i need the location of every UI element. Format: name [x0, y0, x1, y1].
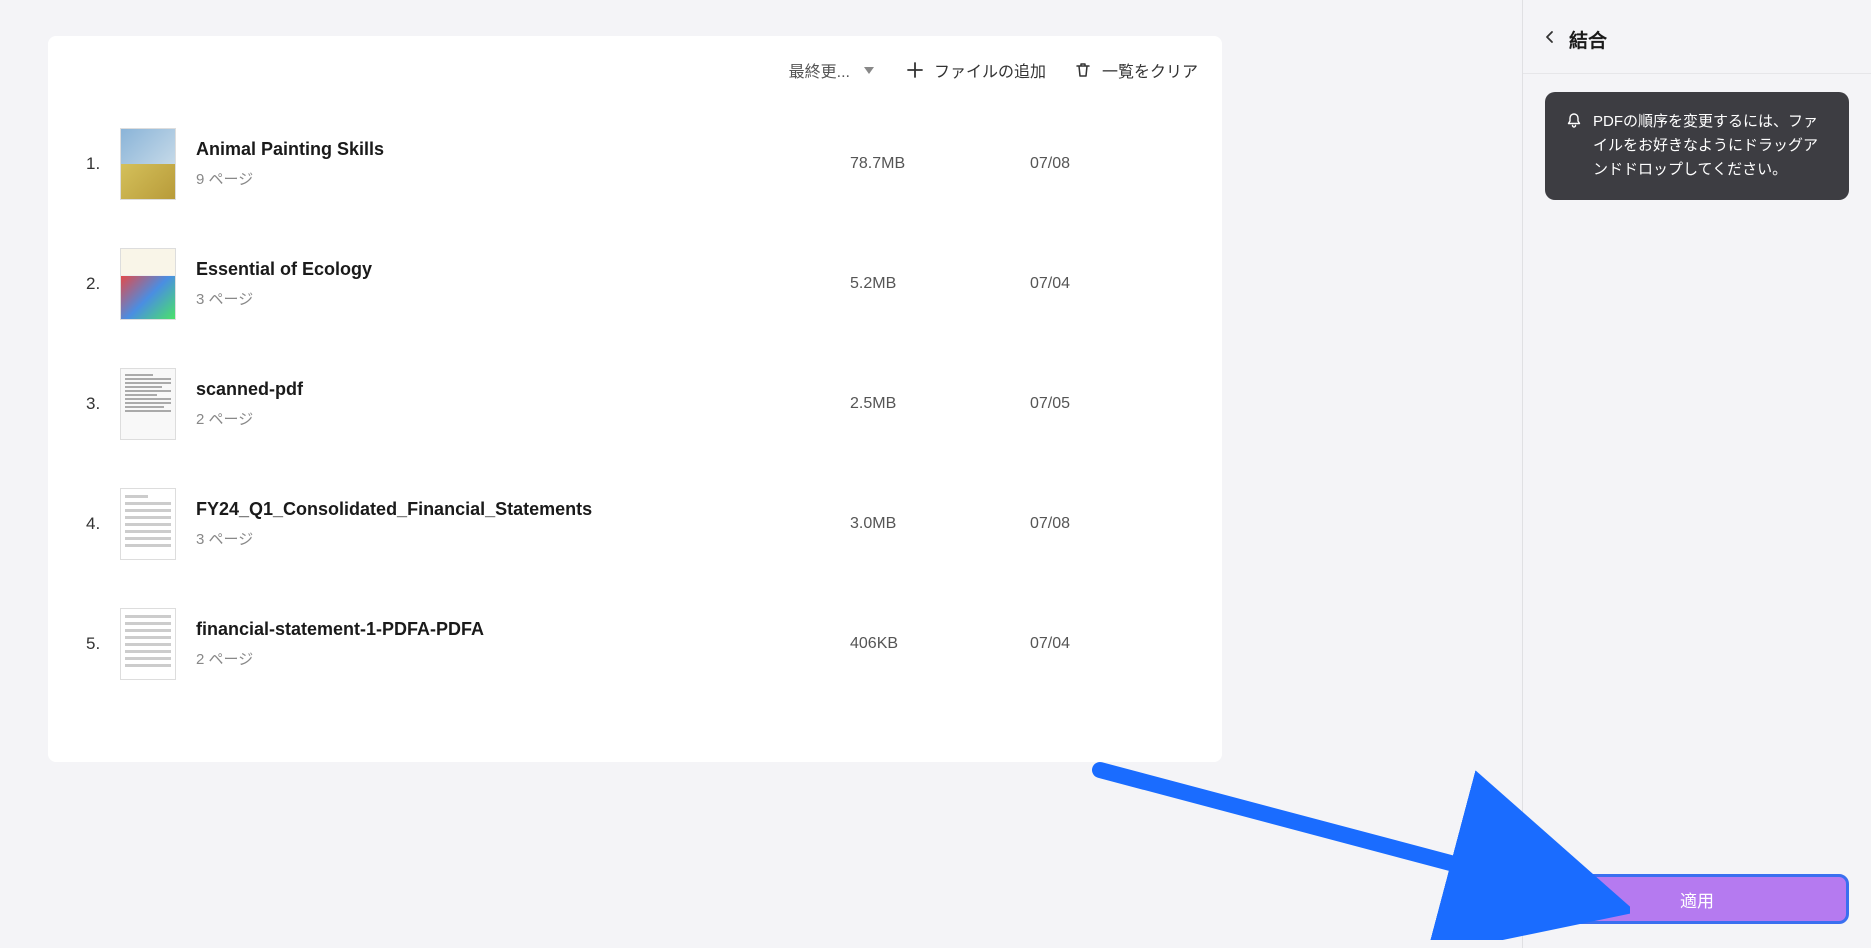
file-list: 1. Animal Painting Skills 9 ページ 78.7MB 0…: [48, 104, 1222, 704]
file-size: 406KB: [850, 635, 1030, 653]
main-file-panel: 最終更... ファイルの追加 一覧をクリア 1. Ani: [48, 36, 1222, 762]
file-index: 5.: [80, 634, 120, 654]
sort-dropdown[interactable]: 最終更...: [789, 58, 878, 82]
file-pages: 9 ページ: [196, 168, 850, 189]
trash-icon: [1074, 61, 1092, 79]
file-row[interactable]: 4. FY24_Q1_Consolidated_Financial_Statem…: [72, 464, 1198, 584]
file-info: FY24_Q1_Consolidated_Financial_Statement…: [176, 499, 850, 549]
file-size: 3.0MB: [850, 515, 1030, 533]
file-info: Essential of Ecology 3 ページ: [176, 259, 850, 309]
file-row[interactable]: 1. Animal Painting Skills 9 ページ 78.7MB 0…: [72, 104, 1198, 224]
file-thumbnail: [120, 128, 176, 200]
clear-list-label: 一覧をクリア: [1102, 58, 1198, 82]
file-info: financial-statement-1-PDFA-PDFA 2 ページ: [176, 619, 850, 669]
file-info: Animal Painting Skills 9 ページ: [176, 139, 850, 189]
file-index: 2.: [80, 274, 120, 294]
sort-label: 最終更...: [789, 58, 850, 82]
chevron-down-icon: [860, 61, 878, 79]
toolbar: 最終更... ファイルの追加 一覧をクリア: [48, 36, 1222, 104]
file-name: financial-statement-1-PDFA-PDFA: [196, 619, 850, 640]
add-file-button[interactable]: ファイルの追加: [906, 58, 1046, 82]
file-size: 5.2MB: [850, 275, 1030, 293]
file-thumbnail: [120, 368, 176, 440]
file-thumbnail: [120, 248, 176, 320]
apply-button[interactable]: 適用: [1545, 874, 1849, 924]
file-row[interactable]: 3. scanned-pdf 2 ページ 2.5MB 07/05: [72, 344, 1198, 464]
plus-icon: [906, 61, 924, 79]
file-size: 78.7MB: [850, 155, 1030, 173]
file-pages: 3 ページ: [196, 528, 850, 549]
file-index: 4.: [80, 514, 120, 534]
file-info: scanned-pdf 2 ページ: [176, 379, 850, 429]
side-panel: 結合 PDFの順序を変更するには、ファイルをお好きなようにドラッグアンドドロップ…: [1522, 0, 1871, 948]
file-row[interactable]: 2. Essential of Ecology 3 ページ 5.2MB 07/0…: [72, 224, 1198, 344]
tooltip-text: PDFの順序を変更するには、ファイルをお好きなようにドラッグアンドドロップしてく…: [1593, 110, 1829, 182]
file-row[interactable]: 5. financial-statement-1-PDFA-PDFA 2 ページ…: [72, 584, 1198, 704]
side-panel-title: 結合: [1569, 26, 1607, 53]
apply-button-label: 適用: [1680, 887, 1714, 912]
file-index: 1.: [80, 154, 120, 174]
file-pages: 3 ページ: [196, 288, 850, 309]
bell-icon: [1565, 112, 1583, 182]
file-date: 07/08: [1030, 155, 1190, 173]
file-date: 07/04: [1030, 635, 1190, 653]
file-index: 3.: [80, 394, 120, 414]
file-name: Animal Painting Skills: [196, 139, 850, 160]
back-chevron-icon[interactable]: [1543, 30, 1557, 49]
file-date: 07/05: [1030, 395, 1190, 413]
file-thumbnail: [120, 608, 176, 680]
add-file-label: ファイルの追加: [934, 58, 1046, 82]
file-thumbnail: [120, 488, 176, 560]
file-pages: 2 ページ: [196, 648, 850, 669]
file-name: Essential of Ecology: [196, 259, 850, 280]
file-date: 07/04: [1030, 275, 1190, 293]
side-panel-header: 結合: [1523, 0, 1871, 74]
file-pages: 2 ページ: [196, 408, 850, 429]
reorder-tooltip: PDFの順序を変更するには、ファイルをお好きなようにドラッグアンドドロップしてく…: [1545, 92, 1849, 200]
file-name: FY24_Q1_Consolidated_Financial_Statement…: [196, 499, 850, 520]
file-name: scanned-pdf: [196, 379, 850, 400]
clear-list-button[interactable]: 一覧をクリア: [1074, 58, 1198, 82]
file-date: 07/08: [1030, 515, 1190, 533]
file-size: 2.5MB: [850, 395, 1030, 413]
